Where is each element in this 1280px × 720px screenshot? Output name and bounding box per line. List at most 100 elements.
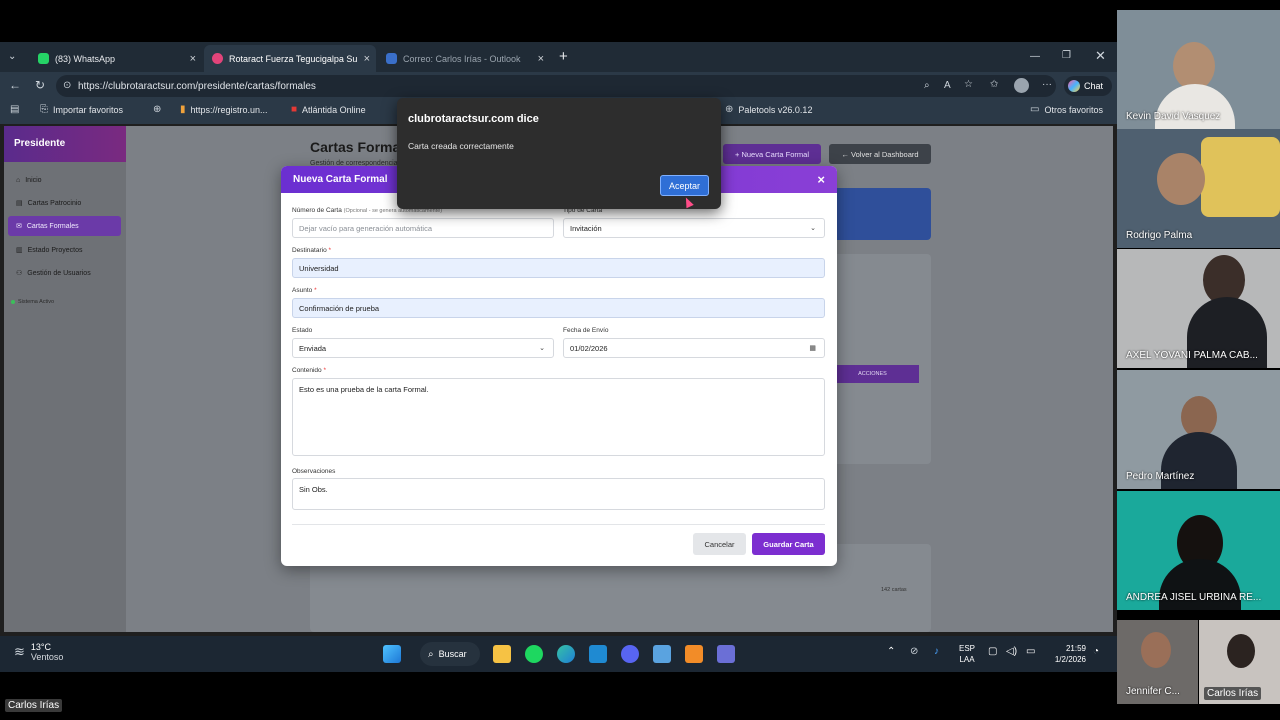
sidebar-item-formales[interactable]: ✉ Cartas Formales xyxy=(8,216,121,236)
tab-actions-icon[interactable]: ⌄ xyxy=(8,51,16,62)
sidebar-item-patrocinio[interactable]: ▤ Cartas Patrocinio xyxy=(8,193,121,213)
tab-rotaract[interactable]: Rotaract Fuerza Tegucigalpa Sur - × xyxy=(204,45,376,72)
whatsapp-icon xyxy=(38,53,49,64)
sidebar-item-label: Gestión de Usuarios xyxy=(27,269,91,277)
cancel-button[interactable]: Cancelar xyxy=(693,533,746,555)
clock[interactable]: 21:59 1/2/2026 xyxy=(1046,643,1086,665)
close-tab-icon[interactable]: × xyxy=(190,53,196,65)
notification-icon[interactable]: ◔ xyxy=(1093,646,1099,657)
sidebar-item-label: Inicio xyxy=(25,176,42,184)
accept-button[interactable]: Aceptar xyxy=(660,175,709,196)
destinatario-input[interactable]: Universidad xyxy=(292,258,825,278)
required-mark: * xyxy=(328,247,332,254)
temperature: 13°C xyxy=(30,642,52,652)
asunto-label-row: Asunto * xyxy=(292,287,317,294)
status-indicator: Sistema Activo xyxy=(11,299,54,305)
observaciones-textarea[interactable]: Sin Obs. xyxy=(292,478,825,510)
home-icon: ⌂ xyxy=(16,176,21,184)
back-icon[interactable]: ← xyxy=(9,79,21,91)
save-letter-button[interactable]: Guardar Carta xyxy=(752,533,825,555)
new-letter-modal: Nueva Carta Formal × Número de Carta (Op… xyxy=(281,166,837,566)
weather-widget[interactable]: ≋ 13°C Ventoso xyxy=(14,642,63,662)
modal-close-icon[interactable]: × xyxy=(817,172,825,187)
envelope-icon: ✉ xyxy=(16,223,22,230)
network-off-icon[interactable]: ⊘ xyxy=(910,646,918,657)
teams-icon[interactable] xyxy=(717,645,735,663)
contenido-textarea[interactable]: Esto es una prueba de la carta Formal. xyxy=(292,378,825,456)
participant-tile[interactable]: Carlos Irías xyxy=(1199,620,1280,704)
minimize-icon[interactable]: — xyxy=(1030,51,1040,62)
sidebar-item-proyectos[interactable]: ▥ Estado Proyectos xyxy=(8,240,121,260)
other-favorites[interactable]: ▭ Otros favoritos xyxy=(1030,105,1103,116)
sidebar-item-usuarios[interactable]: ⚇ Gestión de Usuarios xyxy=(8,263,121,283)
maximize-icon[interactable]: ❐ xyxy=(1062,50,1071,61)
microphone-icon[interactable]: ♪ xyxy=(934,646,939,657)
tab-outlook[interactable]: Correo: Carlos Irías - Outlook × xyxy=(378,45,550,72)
notepad-icon[interactable] xyxy=(653,645,671,663)
display-icon[interactable]: ▢ xyxy=(988,646,997,657)
participant-tile[interactable]: Kevin David Vasquez xyxy=(1117,10,1280,129)
participant-tile[interactable]: ANDREA JISEL URBINA RE... xyxy=(1117,491,1280,610)
bookmark-paletools[interactable]: ⊕ Paletools v26.0.12 xyxy=(725,105,812,116)
tab-whatsapp[interactable]: (83) WhatsApp × xyxy=(30,45,202,72)
contenido-label: Contenido xyxy=(292,367,322,374)
document-icon: ▤ xyxy=(16,200,23,207)
numero-input[interactable]: Dejar vacío para generación automática xyxy=(292,218,554,238)
actions-header: ACCIONES xyxy=(826,365,919,383)
time: 21:59 xyxy=(1065,644,1086,653)
battery-icon[interactable]: ▭ xyxy=(1026,646,1035,657)
estado-value: Enviada xyxy=(299,343,327,353)
edge-icon[interactable] xyxy=(557,645,575,663)
participant-tile[interactable]: Rodrigo Palma xyxy=(1117,129,1280,248)
vscode-icon[interactable] xyxy=(589,645,607,663)
participant-name: Pedro Martínez xyxy=(1126,471,1195,482)
language-indicator[interactable]: ESP LAA xyxy=(959,643,975,665)
xampp-icon[interactable] xyxy=(685,645,703,663)
bookmark-icon: ▮ xyxy=(180,104,186,115)
favorites-icon[interactable]: ✩ xyxy=(990,80,998,90)
spotify-icon[interactable] xyxy=(525,645,543,663)
sidebar-item-inicio[interactable]: ⌂ Inicio xyxy=(8,170,121,190)
tipo-select[interactable]: Invitación ⌄ xyxy=(563,218,825,238)
back-dashboard-button[interactable]: ← Volver al Dashboard xyxy=(829,144,931,164)
more-icon[interactable]: ··· xyxy=(1042,80,1052,90)
bookmark-registro[interactable]: ▮ https://registro.un... xyxy=(180,104,268,116)
status-dot-icon xyxy=(11,300,15,304)
estado-label: Estado xyxy=(292,327,313,334)
fecha-input[interactable]: 01/02/2026 ▦ xyxy=(563,338,825,358)
taskbar-search[interactable]: ⌕ Buscar xyxy=(420,642,480,666)
bookmark-atlantida[interactable]: ■ Atlántida Online xyxy=(291,105,366,116)
profile-avatar[interactable] xyxy=(1014,78,1029,93)
asunto-input[interactable]: Confirmación de prueba xyxy=(292,298,825,318)
file-explorer-icon[interactable] xyxy=(493,645,511,663)
globe-icon[interactable]: ⊕ xyxy=(153,105,161,115)
refresh-icon[interactable]: ↻ xyxy=(35,79,45,91)
copilot-chat-button[interactable]: Chat xyxy=(1064,76,1112,96)
sidebar-item-label: Cartas Formales xyxy=(26,222,79,230)
estado-select[interactable]: Enviada ⌄ xyxy=(292,338,554,358)
tray-chevron-icon[interactable]: ⌃ xyxy=(887,646,895,657)
favorite-star-icon[interactable]: ☆ xyxy=(964,80,973,90)
shared-screen: ⌄ (83) WhatsApp × Rotaract Fuerza Teguci… xyxy=(0,42,1117,672)
close-tab-icon[interactable]: × xyxy=(364,53,370,65)
read-aloud-icon[interactable]: A xyxy=(944,81,951,91)
bookmark-import[interactable]: ⎘ Importar favoritos xyxy=(40,105,123,116)
participant-tile[interactable]: AXEL YOVANI PALMA CAB... xyxy=(1117,249,1280,368)
close-tab-icon[interactable]: × xyxy=(538,53,544,65)
calendar-icon[interactable]: ▦ xyxy=(809,344,816,352)
participant-video xyxy=(1201,137,1280,217)
wind-icon: ≋ xyxy=(14,644,25,659)
lang-layout: LAA xyxy=(959,655,975,664)
participant-tile[interactable]: Pedro Martínez xyxy=(1117,370,1280,489)
bookmark-collection-icon[interactable]: ▤ xyxy=(10,105,19,115)
close-window-icon[interactable]: ✕ xyxy=(1095,48,1106,64)
new-tab-button[interactable]: + xyxy=(559,48,568,65)
url-input[interactable]: ⊙ https://clubrotaractsur.com/presidente… xyxy=(56,75,1056,97)
discord-icon[interactable] xyxy=(621,645,639,663)
participant-name: Rodrigo Palma xyxy=(1126,230,1193,241)
windows-start-icon[interactable] xyxy=(383,645,401,663)
volume-icon[interactable]: ◁) xyxy=(1006,646,1017,657)
participant-tile[interactable]: Jennifer C... xyxy=(1117,620,1198,704)
zoom-icon[interactable]: ⌕ xyxy=(924,81,930,91)
new-letter-button[interactable]: + Nueva Carta Formal xyxy=(723,144,821,164)
